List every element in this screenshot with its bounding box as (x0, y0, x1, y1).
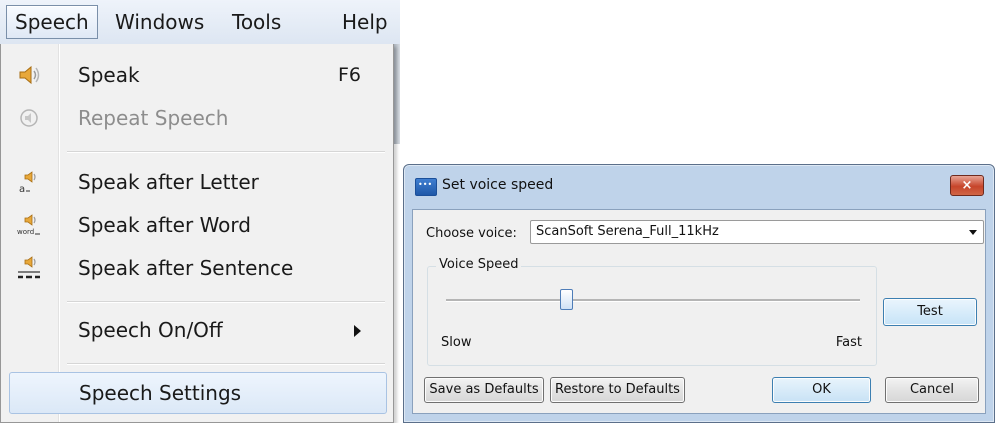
menu-item-speech-on-off[interactable]: Speech On/Off (5, 310, 385, 350)
submenu-arrow-icon (354, 325, 361, 337)
menu-item-label: Speech Settings (79, 381, 242, 405)
set-voice-speed-dialog: Set voice speed × Choose voice: ScanSoft… (403, 164, 995, 423)
dialog-title: Set voice speed (442, 177, 554, 193)
menu-help[interactable]: Help (342, 6, 388, 38)
menu-tools[interactable]: Tools (232, 6, 281, 38)
choose-voice-label: Choose voice: (426, 226, 517, 241)
menu-item-label: Speak after Sentence (78, 256, 294, 280)
app-icon (415, 178, 437, 196)
menu-item-speak-after-word[interactable]: word Speak after Word (5, 205, 385, 245)
menu-item-label: Speak (78, 63, 140, 87)
dialog-client-area: Choose voice: ScanSoft Serena_Full_11kHz… (412, 209, 986, 414)
menu-speech[interactable]: Speech (6, 5, 98, 39)
restore-to-defaults-button[interactable]: Restore to Defaults (550, 377, 685, 403)
slider-min-label: Slow (441, 335, 472, 350)
menu-item-speak-after-letter[interactable]: a Speak after Letter (5, 162, 385, 202)
menu-item-label: Repeat Speech (78, 106, 229, 130)
voice-speed-group: Voice Speed Slow Fast (427, 257, 877, 366)
voice-speed-legend: Voice Speed (436, 257, 522, 272)
close-icon: × (961, 178, 973, 193)
ok-button[interactable]: OK (772, 377, 871, 403)
speech-dropdown-menu: Speak F6 Repeat Speech a Speak after Let… (0, 44, 394, 423)
speed-slider-thumb[interactable] (559, 289, 573, 310)
speak-letter-icon: a (19, 171, 36, 195)
voice-select[interactable]: ScanSoft Serena_Full_11kHz (530, 220, 984, 244)
speak-sentence-icon (18, 256, 40, 279)
menu-windows[interactable]: Windows (115, 6, 204, 38)
menu-item-speech-settings[interactable]: Speech Settings (9, 372, 387, 414)
menu-item-label: Speech On/Off (78, 318, 223, 342)
test-button[interactable]: Test (883, 298, 977, 326)
dialog-title-bar[interactable]: Set voice speed × (404, 165, 994, 209)
menu-separator (67, 301, 385, 303)
menu-item-speak[interactable]: Speak F6 (5, 55, 385, 95)
menu-item-speak-after-sentence[interactable]: Speak after Sentence (5, 248, 385, 288)
svg-text:word: word (17, 228, 34, 236)
menu-separator (67, 363, 385, 365)
save-as-defaults-button[interactable]: Save as Defaults (424, 377, 544, 403)
menu-item-label: Speak after Word (78, 213, 251, 237)
menu-separator (67, 151, 385, 153)
voice-select-value: ScanSoft Serena_Full_11kHz (536, 224, 719, 239)
speak-word-icon: word (17, 214, 40, 236)
shortcut-label: F6 (337, 64, 361, 86)
menu-bar: Speech Windows Tools Help (0, 0, 400, 45)
svg-text:a: a (19, 184, 25, 195)
menu-item-label: Speak after Letter (78, 170, 259, 194)
menu-item-repeat-speech[interactable]: Repeat Speech (5, 98, 385, 138)
close-button[interactable]: × (950, 175, 984, 196)
cancel-button[interactable]: Cancel (885, 377, 979, 403)
repeat-speech-icon (20, 109, 38, 127)
chevron-down-icon (969, 230, 977, 235)
speaker-icon (19, 65, 40, 85)
slider-max-label: Fast (835, 335, 862, 350)
speed-slider-track[interactable] (446, 299, 860, 302)
